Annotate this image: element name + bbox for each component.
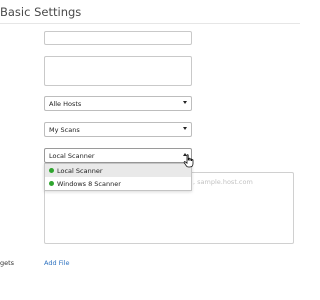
scanner-option-label: Local Scanner: [57, 166, 103, 175]
scanner-option-windows8[interactable]: Windows 8 Scanner: [45, 177, 191, 190]
policy-select-value: Alle Hosts: [49, 99, 82, 108]
title-divider: [0, 23, 300, 24]
name-input[interactable]: [44, 31, 192, 45]
section-title: Basic Settings: [0, 5, 82, 19]
scanner-dropdown-menu: Local Scanner Windows 8 Scanner: [44, 163, 192, 191]
chevron-down-icon: [183, 101, 187, 104]
hand-cursor-icon: [183, 154, 194, 168]
scanner-select-value: Local Scanner: [49, 151, 95, 160]
scanner-select[interactable]: Local Scanner: [44, 148, 192, 163]
scanner-option-label: Windows 8 Scanner: [57, 179, 121, 188]
add-file-link[interactable]: Add File: [44, 259, 70, 267]
folder-select[interactable]: My Scans: [44, 122, 192, 137]
description-textarea[interactable]: [44, 56, 192, 86]
status-online-icon: [49, 168, 54, 173]
basic-settings-page: Basic Settings Alle Hosts My Scans , sam…: [0, 0, 300, 300]
folder-select-value: My Scans: [49, 125, 80, 134]
policy-select[interactable]: Alle Hosts: [44, 96, 192, 111]
status-online-icon: [49, 181, 54, 186]
chevron-down-icon: [183, 127, 187, 130]
targets-placeholder: , sample.host.com: [193, 178, 253, 186]
scanner-option-local[interactable]: Local Scanner: [45, 164, 191, 177]
targets-label: gets: [0, 259, 15, 267]
